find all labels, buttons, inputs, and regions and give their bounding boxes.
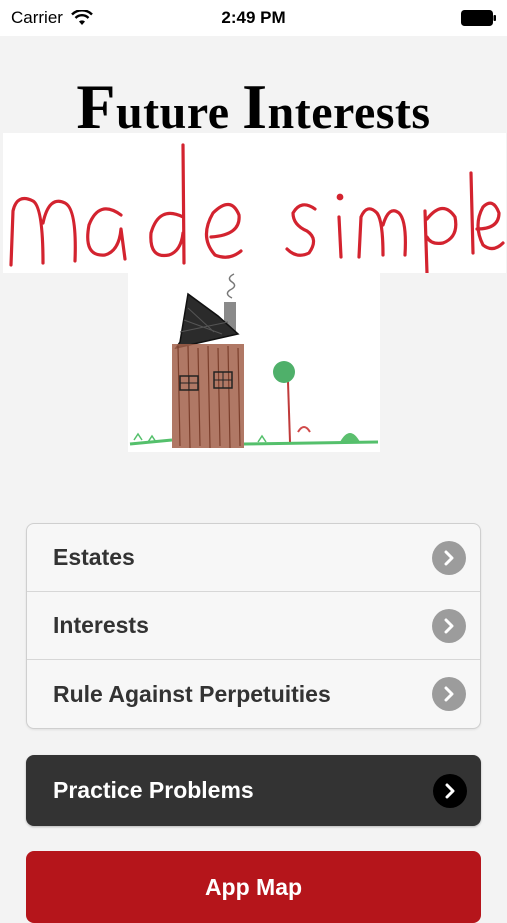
menu-item-estates[interactable]: Estates xyxy=(27,524,480,592)
app-map-button[interactable]: App Map xyxy=(26,851,481,923)
title-initial-f: F xyxy=(76,71,116,142)
menu-item-rule-against-perpetuities[interactable]: Rule Against Perpetuities xyxy=(27,660,480,728)
made-simple-handwriting xyxy=(3,133,506,273)
chevron-right-icon xyxy=(433,773,467,808)
practice-problems-label: Practice Problems xyxy=(53,777,254,803)
title-word-rest-1: uture xyxy=(115,86,230,139)
title-initial-i: I xyxy=(242,71,268,142)
menu-item-label: Estates xyxy=(53,544,135,570)
practice-problems-button[interactable]: Practice Problems xyxy=(26,755,481,826)
topic-menu: Estates Interests Rule Against Perpetuit… xyxy=(26,523,481,729)
status-time: 2:49 PM xyxy=(221,8,286,27)
house-drawing-image xyxy=(128,272,380,452)
status-bar: Carrier 2:49 PM xyxy=(0,0,507,36)
title-word-rest-2: nterests xyxy=(267,86,431,139)
menu-item-interests[interactable]: Interests xyxy=(27,592,480,660)
app-map-label: App Map xyxy=(204,874,303,900)
chevron-right-icon xyxy=(432,540,466,575)
chevron-right-icon xyxy=(432,677,466,711)
battery-icon xyxy=(461,10,496,26)
chevron-right-icon xyxy=(432,608,466,643)
menu-item-label: Rule Against Perpetuities xyxy=(53,680,331,707)
menu-item-label: Interests xyxy=(53,612,149,638)
